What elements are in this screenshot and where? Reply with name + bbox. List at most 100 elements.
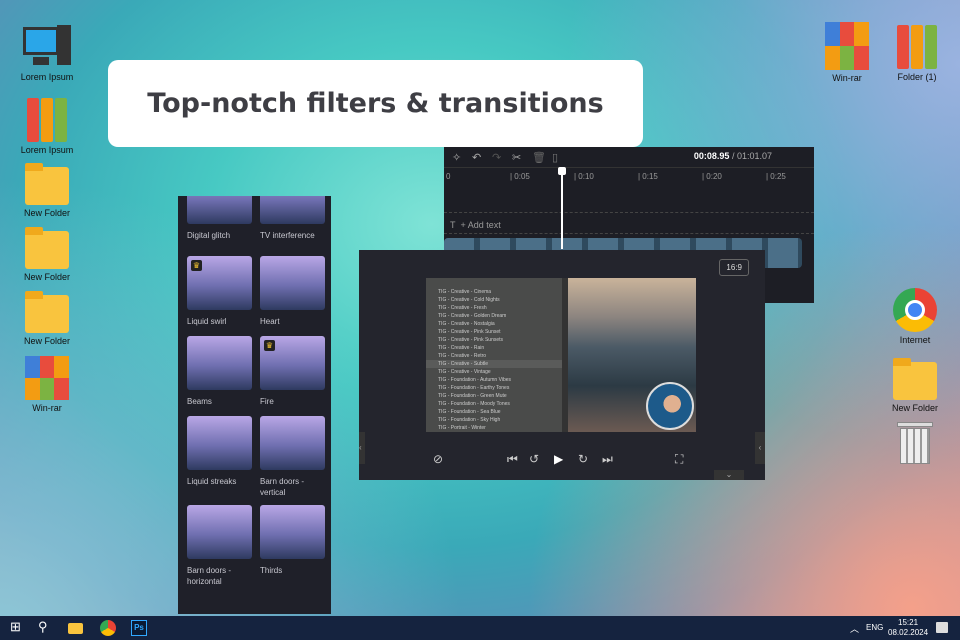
desktop-icon-folder[interactable]: New Folder [12,291,82,346]
icon-label: Win-rar [32,403,62,413]
filter-thumbnail [260,196,325,224]
desktop-icon-folder[interactable]: New Folder [880,358,950,413]
filters-panel: Digital glitch TV interference ♛ Liquid swi… [178,196,331,614]
skip-start-icon[interactable]: ⏮ [507,452,518,467]
desktop-icon-computer[interactable]: Lorem Ipsum [12,25,82,82]
preset-list-item[interactable]: TIG - Creative - Subtle [426,360,562,368]
rewind-5-icon[interactable]: ↺ [529,452,539,466]
preset-list-item[interactable]: TIG - Foundation - Sea Blue [426,408,562,416]
desktop-icon-folder[interactable]: New Folder [12,227,82,282]
binders-icon [25,98,69,142]
preset-list-item[interactable]: TIG - Creative - Pink Sunsets [426,336,562,344]
filter-thumbnail [260,505,325,559]
preset-list-item[interactable]: TIG - Creative - Fresh [426,304,562,312]
file-explorer-icon[interactable] [68,623,83,634]
winrar-icon [825,22,869,70]
filter-tile[interactable]: Barn doors - horizontal [187,505,252,587]
add-text-track[interactable]: T + Add text [450,220,501,230]
filter-thumbnail [187,196,252,224]
preset-list-item[interactable]: TIG - Creative - Retro [426,352,562,360]
preset-list-item[interactable]: TIG - Creative - Vintage [426,368,562,376]
ruler-tick: | 0:10 [574,172,594,181]
desktop-icon-folder1[interactable]: Folder (1) [882,25,952,82]
icon-label: Lorem Ipsum [20,72,74,82]
timecode: 00:08.95 / 01:01.07 [694,151,772,161]
scissors-icon[interactable]: ✂ [512,151,521,164]
premium-crown-icon: ♛ [191,260,202,271]
clock-time: 15:21 [898,618,919,627]
desktop-icon-binders[interactable]: Lorem Ipsum [12,98,82,155]
clip-settings-icon[interactable]: ▯ [552,151,558,164]
binders-icon [895,25,939,69]
magic-icon[interactable]: ✧ [452,151,461,164]
search-icon[interactable]: ⚲ [38,619,48,635]
icon-label: New Folder [23,208,70,218]
preset-list-item[interactable]: TIG - Foundation - Sky High [426,416,562,424]
filter-tile[interactable]: Heart [260,256,325,327]
filter-label: TV interference [260,231,315,240]
preset-list-item[interactable]: TIG - Foundation - Moody Tones [426,400,562,408]
filter-tile[interactable]: Thirds [260,505,325,576]
desktop-icon-winrar[interactable]: Win-rar [12,356,82,413]
premium-crown-icon: ♛ [264,340,275,351]
filter-tile[interactable]: Barn doors - vertical [260,416,325,498]
computer-icon [23,25,71,69]
filter-label: Digital glitch [187,231,231,240]
tray-chevron-icon[interactable]: ︿ [850,622,859,635]
chrome-taskbar-icon[interactable] [100,620,116,636]
windows-start-icon[interactable]: ⊞ [10,619,21,635]
icon-label: New Folder [23,272,70,282]
preset-list-item[interactable]: TIG - Creative - Cold Nights [426,296,562,304]
desktop-icon-folder[interactable]: New Folder [12,163,82,218]
folder-icon [25,227,69,269]
filter-tile[interactable]: TV interference [260,196,325,241]
filter-tile[interactable]: Beams [187,336,252,407]
right-collapse-handle[interactable]: ‹ [755,432,765,464]
ruler-tick: 0 [446,172,451,181]
notifications-icon[interactable] [936,622,948,633]
ruler-tick: | 0:20 [702,172,722,181]
folder-icon [25,163,69,205]
preset-list-item[interactable]: TIG - Foundation - Green Mute [426,392,562,400]
preset-list-item[interactable]: TIG - Foundation - Autumn Vibes [426,376,562,384]
taskbar: ⊞ ⚲ Ps ︿ ENG 15:21 08.02.2024 [0,616,960,640]
filter-label: Barn doors - horizontal [187,566,232,586]
preset-list-item[interactable]: TIG - Foundation - Earthy Tones [426,384,562,392]
filter-tile[interactable]: ♛ Liquid swirl [187,256,252,327]
camera-off-icon[interactable]: ⊘ [433,452,443,466]
undo-icon[interactable]: ↶ [472,151,481,164]
preset-list-item[interactable]: TIG - Portrait - Winter [426,424,562,432]
expand-handle[interactable]: ⌄ [714,470,744,480]
icon-label: Win-rar [832,73,862,83]
ruler-tick: | 0:15 [638,172,658,181]
trash-icon [897,422,933,466]
preset-list-item[interactable]: TIG - Creative - Cinema [426,288,562,296]
preset-list-item[interactable]: TIG - Creative - Pink Sunset [426,328,562,336]
filter-tile[interactable]: Liquid streaks [187,416,252,487]
preset-list-item[interactable]: TIG - Creative - Golden Dream [426,312,562,320]
filter-thumbnail: ♛ [260,336,325,390]
preset-list-item[interactable]: TIG - Creative - Nostalgia [426,320,562,328]
play-icon[interactable]: ▶ [554,452,563,466]
filter-tile[interactable]: Digital glitch [187,196,252,241]
skip-end-icon[interactable]: ⏭ [602,452,613,467]
clock[interactable]: 15:21 08.02.2024 [888,618,928,638]
icon-label: New Folder [23,336,70,346]
photoshop-icon[interactable]: Ps [131,620,147,636]
filter-tile[interactable]: ♛ Fire [260,336,325,407]
left-collapse-handle[interactable]: ‹ [359,432,365,464]
icon-label: Lorem Ipsum [20,145,74,155]
desktop-icon-internet[interactable]: Internet [880,288,950,345]
forward-5-icon[interactable]: ↻ [578,452,588,466]
delete-icon[interactable]: 🗑 [532,151,546,164]
desktop-icon-winrar[interactable]: Win-rar [812,22,882,83]
language-indicator[interactable]: ENG [866,623,883,632]
aspect-ratio-button[interactable]: 16:9 [719,259,749,276]
text-icon: T [450,220,456,230]
playhead[interactable] [557,167,566,249]
fullscreen-icon[interactable]: ⛶ [675,452,683,467]
icon-label: Internet [899,335,931,345]
desktop-icon-trash[interactable] [880,422,950,469]
redo-icon[interactable]: ↷ [492,151,501,164]
preset-list-item[interactable]: TIG - Creative - Rain [426,344,562,352]
